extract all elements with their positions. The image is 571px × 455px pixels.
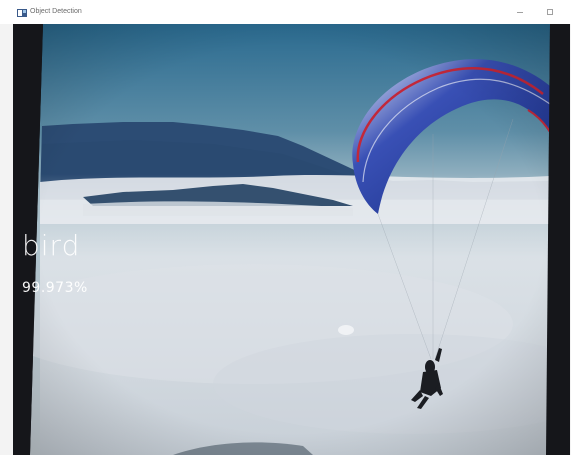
minimize-icon [517, 11, 523, 13]
minimize-button[interactable] [505, 0, 535, 24]
video-image [13, 24, 570, 455]
detection-label: bird [22, 229, 81, 262]
maximize-icon [547, 9, 553, 15]
title-bar[interactable]: Object Detection [0, 0, 571, 24]
maximize-button[interactable] [535, 0, 565, 24]
window-title: Object Detection [30, 8, 82, 15]
app-window: Object Detection bird 99.973% [0, 0, 571, 455]
camera-frame: bird 99.973% [13, 24, 570, 455]
detection-confidence: 99.973% [22, 280, 88, 296]
app-window-icon [17, 9, 27, 17]
